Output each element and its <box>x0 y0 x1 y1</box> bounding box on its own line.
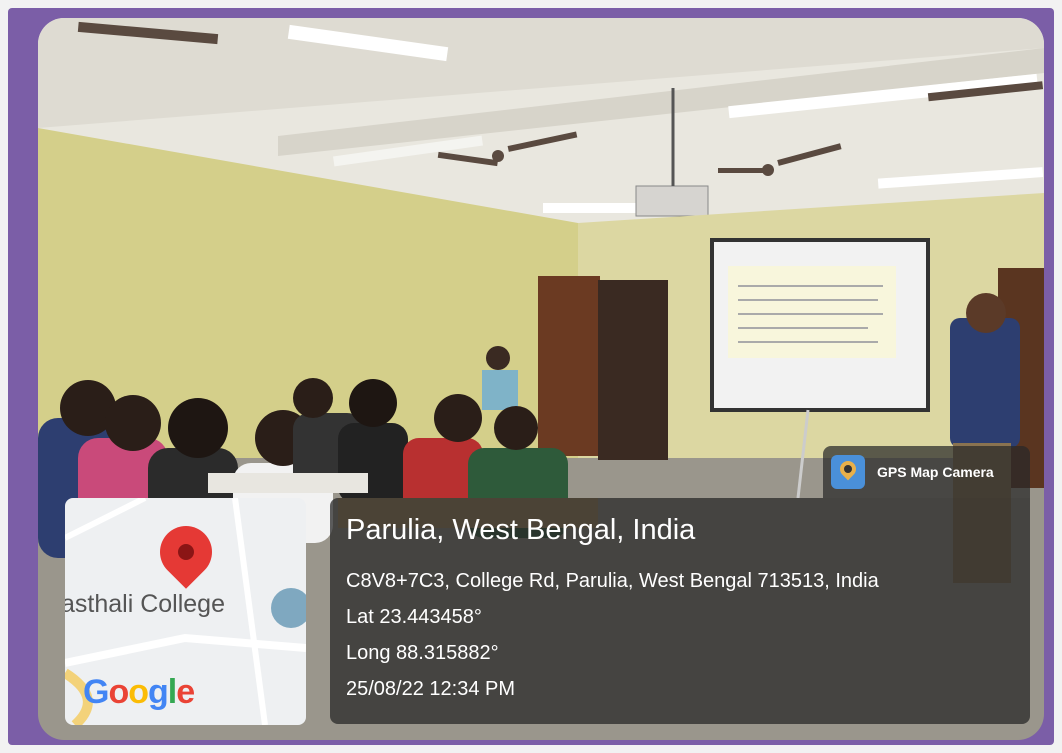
school-marker-icon <box>271 588 306 628</box>
google-logo-letter: o <box>128 673 149 711</box>
latitude-text: Lat 23.443458° <box>346 606 482 628</box>
google-logo-letter: l <box>167 673 178 711</box>
google-logo-letter: e <box>176 673 195 711</box>
google-logo-letter: g <box>148 673 169 711</box>
gps-map-camera-logo-icon <box>831 455 865 489</box>
longitude-text: Long 88.315882° <box>346 642 499 664</box>
place-name: Parulia, West Bengal, India <box>346 514 696 546</box>
map-thumbnail: asthali College Google <box>65 498 306 725</box>
app-name: GPS Map Camera <box>877 464 994 480</box>
google-logo: Google <box>83 673 195 712</box>
map-place-label: asthali College <box>65 590 225 618</box>
gps-map-camera-badge: GPS Map Camera <box>823 446 1030 498</box>
location-info-panel: Parulia, West Bengal, India C8V8+7C3, Co… <box>330 498 1030 724</box>
google-logo-letter: o <box>108 673 129 711</box>
address-text: C8V8+7C3, College Rd, Parulia, West Beng… <box>346 570 879 592</box>
google-logo-letter: G <box>83 673 109 711</box>
timestamp-text: 25/08/22 12:34 PM <box>346 678 516 700</box>
